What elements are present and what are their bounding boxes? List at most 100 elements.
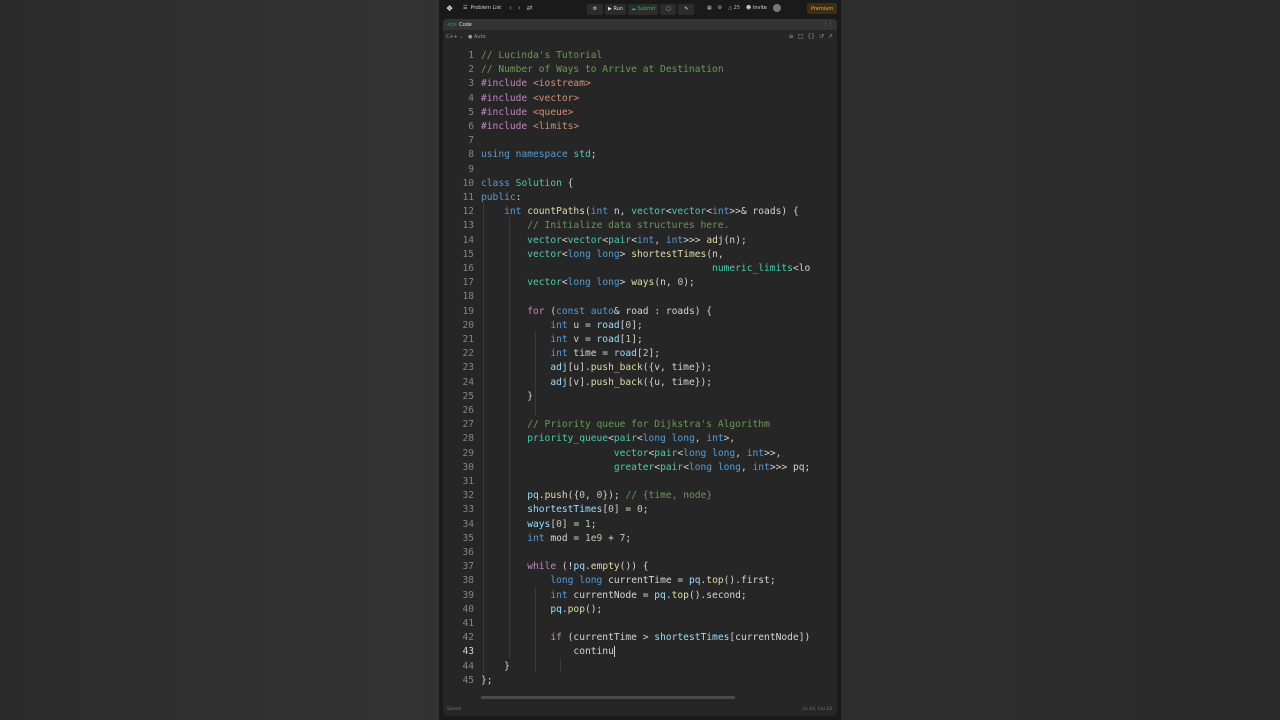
code-line[interactable]: 18 bbox=[443, 290, 837, 304]
run-button[interactable]: ▶ Run bbox=[605, 3, 627, 15]
code-line[interactable]: 11 public: bbox=[443, 191, 837, 205]
code-line[interactable]: 22 int time = road[2]; bbox=[443, 347, 837, 361]
user-plus-icon: ☻ bbox=[746, 5, 752, 11]
code-line[interactable]: 33 shortestTimes[0] = 0; bbox=[443, 503, 837, 517]
code-line[interactable]: 19 for (const auto& road : roads) { bbox=[443, 305, 837, 319]
code-line[interactable]: 7 bbox=[443, 134, 837, 148]
chevron-left-icon[interactable]: ‹ bbox=[509, 4, 512, 12]
submit-button[interactable]: ☁ Submit bbox=[628, 3, 659, 15]
autosave-indicator: ● Auto bbox=[468, 34, 486, 40]
shuffle-icon[interactable]: ⇄ bbox=[527, 4, 533, 12]
code-text: public: bbox=[481, 192, 522, 203]
code-line[interactable]: 29 vector<pair<long long, int>>, bbox=[443, 447, 837, 461]
line-number: 39 bbox=[462, 589, 474, 601]
language-label: C++ bbox=[446, 34, 458, 40]
line-number: 34 bbox=[462, 518, 474, 530]
line-number: 41 bbox=[462, 618, 474, 629]
editor-settings-button[interactable]: ✎ bbox=[678, 3, 695, 15]
code-line[interactable]: 32 pq.push({0, 0}); // {time, node} bbox=[443, 489, 837, 503]
code-line[interactable]: 23 adj[u].push_back({v, time}); bbox=[443, 361, 837, 375]
debug-button[interactable]: ⚙ bbox=[587, 3, 603, 15]
code-line[interactable]: 31 bbox=[443, 475, 837, 489]
line-number: 10 bbox=[462, 177, 474, 189]
line-number: 45 bbox=[462, 674, 474, 686]
problem-nav: ‹ › ⇄ bbox=[509, 4, 533, 12]
code-line[interactable]: 2 // Number of Ways to Arrive at Destinat… bbox=[443, 63, 837, 77]
run-submit-group: ⚙ ▶ Run ☁ Submit ▢ ✎ bbox=[587, 3, 695, 15]
code-line[interactable]: 34 ways[0] = 1; bbox=[443, 518, 837, 532]
line-number: 35 bbox=[462, 532, 474, 544]
code-line[interactable]: 30 greater<pair<long long, int>>> pq; bbox=[443, 461, 837, 475]
format-icon[interactable]: ≡ bbox=[789, 33, 794, 40]
note-icon: ▢ bbox=[666, 6, 671, 12]
code-line[interactable]: 8 using namespace std; bbox=[443, 148, 837, 162]
code-line[interactable]: 21 int v = road[1]; bbox=[443, 333, 837, 347]
code-line[interactable]: 43 continu bbox=[443, 645, 837, 659]
code-tab-icon: </> bbox=[447, 21, 458, 28]
code-line[interactable]: 3 #include <iostream> bbox=[443, 77, 837, 91]
code-line[interactable]: 25 } bbox=[443, 390, 837, 404]
code-line[interactable]: 1 // Lucinda's Tutorial bbox=[443, 49, 837, 63]
code-line[interactable]: 26 bbox=[443, 404, 837, 418]
code-line[interactable]: 35 int mod = 1e9 + 7; bbox=[443, 532, 837, 546]
code-text: adj[v].push_back({u, time}); bbox=[550, 376, 713, 388]
code-line[interactable]: 40 pq.pop(); bbox=[443, 603, 837, 617]
reset-icon[interactable]: ↺ bbox=[819, 33, 824, 40]
line-number: 19 bbox=[462, 305, 474, 317]
invite-button[interactable]: ☻ Invite bbox=[746, 5, 767, 11]
language-select[interactable]: C++ ⌄ bbox=[446, 34, 464, 40]
code-text: class Solution { bbox=[481, 177, 574, 189]
code-line[interactable]: 5 #include <queue> bbox=[443, 106, 837, 120]
code-line[interactable]: 9 bbox=[443, 163, 837, 177]
braces-icon[interactable]: {} bbox=[807, 33, 815, 40]
code-line[interactable]: 4 #include <vector> bbox=[443, 92, 837, 106]
code-line[interactable]: 42 if (currentTime > shortestTimes[curre… bbox=[443, 631, 837, 645]
notes-button[interactable]: ▢ bbox=[660, 3, 677, 15]
code-line[interactable]: 24 adj[v].push_back({u, time}); bbox=[443, 376, 837, 390]
code-line[interactable]: 6 #include <limits> bbox=[443, 120, 837, 134]
code-panel: </> Code ⋮⋮ C++ ⌄ ● Auto ≡ □ {} ↺ ↗ 1 // … bbox=[443, 19, 837, 716]
code-line[interactable]: 13 // Initialize data structures here. bbox=[443, 219, 837, 233]
bookmark-icon[interactable]: □ bbox=[798, 33, 804, 40]
drag-handle-icon[interactable]: ⋮⋮ bbox=[823, 21, 833, 27]
avatar[interactable] bbox=[772, 4, 781, 12]
line-number: 23 bbox=[462, 362, 474, 374]
chevron-right-icon[interactable]: › bbox=[518, 4, 521, 12]
code-line[interactable]: 37 while (!pq.empty()) { bbox=[443, 560, 837, 574]
code-line[interactable]: 10 class Solution { bbox=[443, 177, 837, 191]
code-editor[interactable]: 1 // Lucinda's Tutorial 2 // Number of Ways… bbox=[443, 47, 837, 687]
lock-icon: ● bbox=[468, 34, 473, 40]
line-number: 14 bbox=[462, 234, 474, 246]
code-text: vector<pair<long long, int>>, bbox=[613, 447, 782, 459]
problem-list-button[interactable]: ☰ Problem List bbox=[463, 5, 501, 11]
code-line[interactable]: 28 priority_queue<pair<long long, int>, bbox=[443, 432, 837, 446]
code-line[interactable]: 16 numeric_limits<lo bbox=[443, 262, 837, 276]
code-text: #include <queue> bbox=[481, 106, 574, 118]
layout-icon[interactable]: ▦ bbox=[707, 5, 712, 11]
code-line[interactable]: 12 int countPaths(int n, vector<vector<i… bbox=[443, 205, 837, 219]
autosave-label: Auto bbox=[473, 34, 486, 40]
code-text: priority_queue<pair<long long, int>, bbox=[527, 433, 736, 445]
code-line[interactable]: 14 vector<vector<pair<int, int>>> adj(n)… bbox=[443, 234, 837, 248]
streak-counter[interactable]: △ 25 bbox=[728, 5, 740, 11]
code-line[interactable]: 36 bbox=[443, 546, 837, 560]
code-line[interactable]: 45}; bbox=[443, 674, 837, 688]
tab-code[interactable]: Code bbox=[459, 22, 472, 28]
expand-icon[interactable]: ↗ bbox=[828, 33, 833, 40]
editor-toolbar: C++ ⌄ ● Auto ≡ □ {} ↺ ↗ bbox=[443, 31, 837, 42]
code-line[interactable]: 27 // Priority queue for Dijkstra's Algo… bbox=[443, 418, 837, 432]
code-line[interactable]: 38 long long currentTime = pq.top().firs… bbox=[443, 574, 837, 588]
code-line[interactable]: 39 int currentNode = pq.top().second; bbox=[443, 589, 837, 603]
code-text: int v = road[1]; bbox=[550, 334, 643, 345]
settings-icon[interactable]: ⚙ bbox=[718, 5, 722, 11]
code-line[interactable]: 15 vector<long long> shortestTimes(n, bbox=[443, 248, 837, 262]
premium-button[interactable]: Premium bbox=[807, 3, 838, 14]
code-text: int currentNode = pq.top().second; bbox=[550, 589, 747, 601]
horizontal-scrollbar[interactable] bbox=[481, 696, 735, 699]
code-line[interactable]: 44 } bbox=[443, 660, 837, 674]
code-line[interactable]: 20 int u = road[0]; bbox=[443, 319, 837, 333]
code-line[interactable]: 17 vector<long long> ways(n, 0); bbox=[443, 276, 837, 290]
line-number: 13 bbox=[462, 220, 474, 232]
logo-icon[interactable]: ❖ bbox=[446, 4, 454, 13]
code-line[interactable]: 41 bbox=[443, 617, 837, 631]
